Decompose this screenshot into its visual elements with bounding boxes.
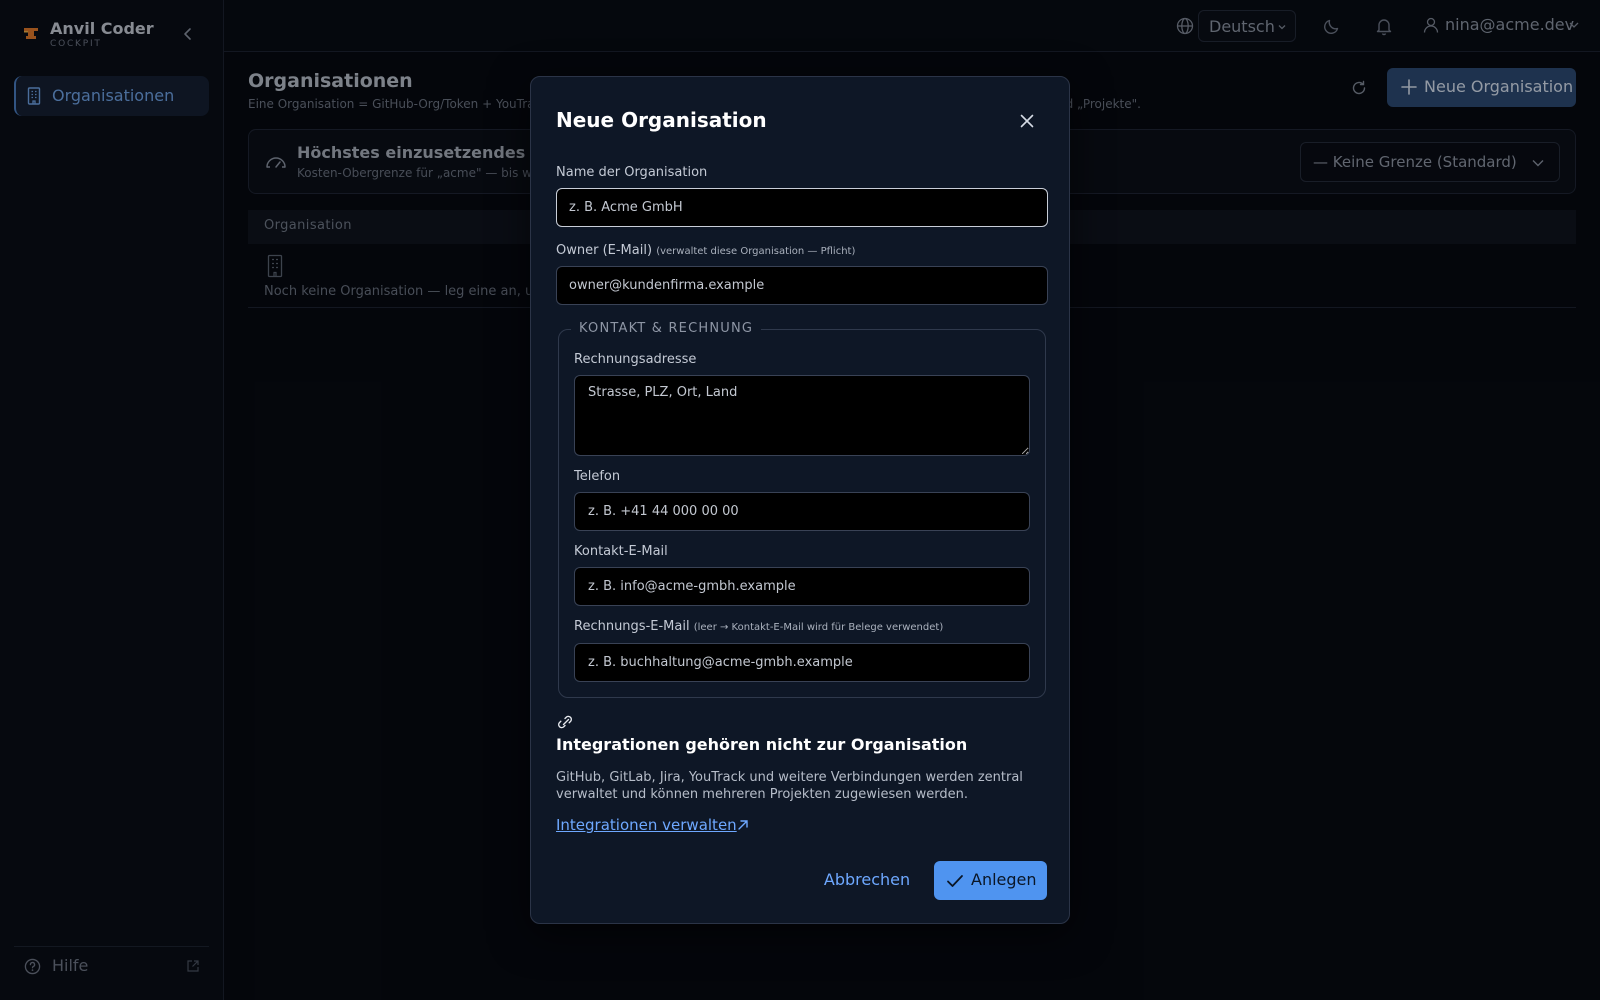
- billing-email-label: Rechnungs-E-Mail (leer → Kontakt-E-Mail …: [574, 619, 943, 634]
- close-icon[interactable]: [1019, 113, 1035, 129]
- billing-email-input[interactable]: [574, 643, 1030, 682]
- billing-address-label: Rechnungsadresse: [574, 352, 697, 367]
- contact-billing-legend: KONTAKT & RECHNUNG: [571, 321, 762, 336]
- dialog-title: Neue Organisation: [556, 108, 767, 132]
- integrations-text: GitHub, GitLab, Jira, YouTrack und weite…: [556, 770, 1023, 802]
- cancel-button[interactable]: Abbrechen: [821, 861, 913, 899]
- org-name-input[interactable]: [556, 188, 1048, 227]
- cancel-label: Abbrechen: [823, 870, 911, 889]
- arrow-up-right-icon[interactable]: [736, 818, 750, 832]
- owner-email-input[interactable]: [556, 266, 1048, 305]
- contact-email-input[interactable]: [574, 567, 1030, 606]
- owner-email-hint: (verwaltet diese Organisation — Pflicht): [656, 246, 856, 257]
- billing-address-input[interactable]: [574, 375, 1030, 456]
- phone-label: Telefon: [574, 469, 621, 484]
- owner-email-label: Owner (E-Mail) (verwaltet diese Organisa…: [556, 243, 855, 258]
- check-icon: [947, 875, 963, 887]
- billing-email-label-text: Rechnungs-E-Mail: [574, 619, 690, 634]
- create-button[interactable]: Anlegen: [934, 861, 1047, 900]
- create-label: Anlegen: [971, 870, 1037, 889]
- billing-email-hint: (leer → Kontakt-E-Mail wird für Belege v…: [693, 622, 944, 633]
- integrations-title: Integrationen gehören nicht zur Organisa…: [556, 735, 968, 754]
- contact-billing-fieldset: KONTAKT & RECHNUNG Rechnungsadresse Tele…: [558, 321, 1046, 698]
- phone-input[interactable]: [574, 492, 1030, 531]
- owner-email-label-text: Owner (E-Mail): [556, 243, 653, 258]
- org-name-label: Name der Organisation: [556, 165, 708, 180]
- contact-email-label: Kontakt-E-Mail: [574, 544, 668, 559]
- manage-integrations-link[interactable]: Integrationen verwalten: [556, 816, 737, 834]
- link-icon: [558, 715, 572, 729]
- new-organisation-dialog: Neue Organisation Name der Organisation …: [530, 76, 1070, 924]
